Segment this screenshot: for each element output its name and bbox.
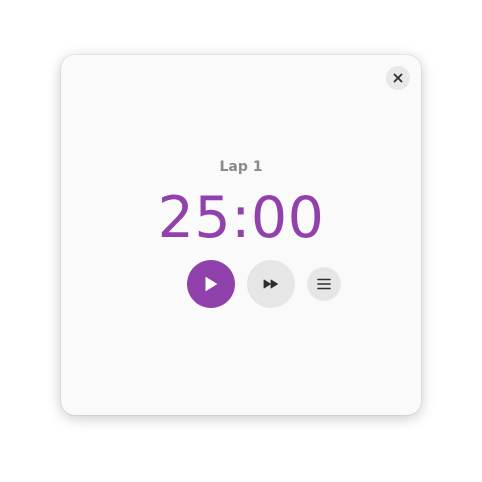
skip-forward-icon	[263, 279, 278, 289]
skip-button[interactable]	[247, 260, 295, 308]
play-icon	[205, 277, 217, 291]
menu-button[interactable]	[307, 267, 341, 301]
play-button[interactable]	[187, 260, 235, 308]
playback-controls	[61, 55, 421, 415]
timer-window: Lap 1 25:00	[61, 55, 421, 415]
hamburger-menu-icon	[317, 278, 331, 290]
